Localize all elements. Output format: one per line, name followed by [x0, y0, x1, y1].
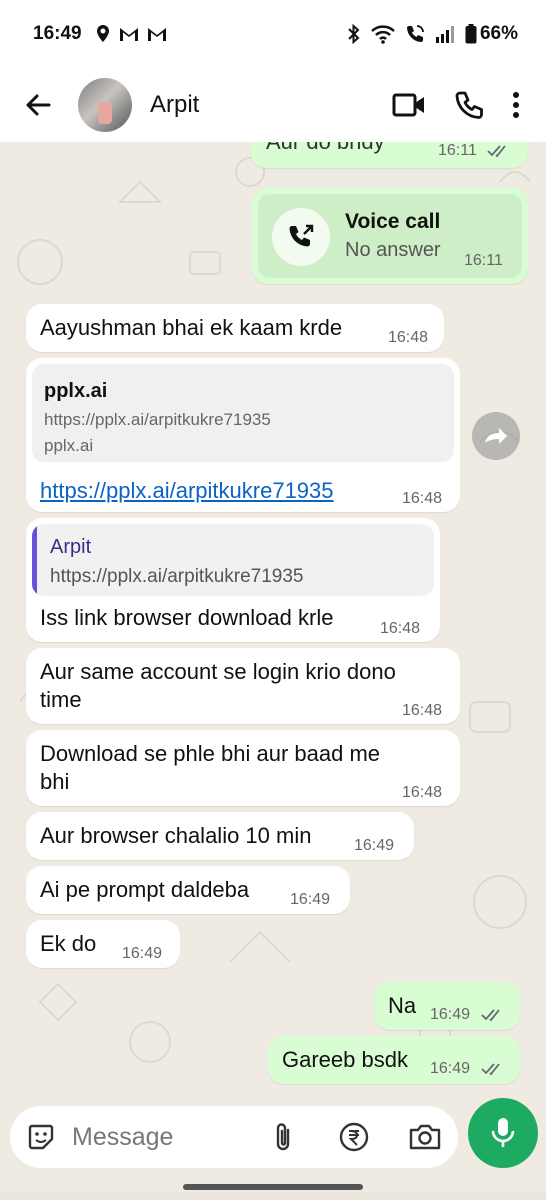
rupee-payment-icon[interactable] — [338, 1121, 370, 1153]
message-bubble-outgoing[interactable]: Aur do bhdy 16:11 — [250, 142, 528, 168]
signal-icon — [435, 26, 454, 43]
message-text: Iss link browser download krle — [40, 605, 334, 630]
call-card: Voice call No answer 16:11 — [258, 194, 522, 278]
contact-name[interactable]: Arpit — [150, 91, 199, 119]
message-time: 16:49 — [430, 1060, 505, 1078]
message-time: 16:49 — [354, 837, 395, 854]
status-bar: 16:49 66% — [0, 0, 546, 68]
message-text: Ek do — [40, 931, 97, 956]
link-preview-domain: pplx.ai — [44, 436, 94, 455]
link-preview-title: pplx.ai — [44, 380, 108, 402]
quote-author: Arpit — [50, 536, 92, 558]
message-time: 16:11 — [464, 252, 503, 269]
more-icon[interactable] — [512, 91, 520, 119]
message-text-line-1: Download se phle bhi aur baad me — [40, 741, 381, 766]
message-time: 16:49 — [430, 1006, 505, 1024]
message-input[interactable]: Message — [10, 1106, 458, 1168]
message-time: 16:48 — [402, 490, 443, 507]
reply-message-bubble[interactable]: Arpit https://pplx.ai/arpitkukre71935 Is… — [26, 518, 440, 642]
double-check-icon — [487, 145, 507, 158]
back-arrow-icon — [26, 94, 51, 116]
message-text: Ai pe prompt daldeba — [40, 877, 250, 902]
message-text: Aur do bhdy — [266, 142, 385, 156]
message-text: Aayushman bhai ek kaam krde — [40, 315, 343, 340]
time-label: 16:49 — [430, 1060, 471, 1077]
avatar[interactable] — [78, 78, 132, 132]
quote-bar — [32, 524, 37, 596]
mic-icon — [491, 1118, 515, 1147]
message-text-line-2: bhi — [40, 769, 70, 794]
location-icon — [96, 25, 109, 42]
message-bubble-incoming[interactable]: Download se phle bhi aur baad me bhi 16:… — [26, 730, 460, 806]
status-time: 16:49 — [33, 23, 82, 44]
message-text-line-2: time — [40, 687, 82, 712]
gmail-icon — [119, 28, 138, 41]
time-label: 16:11 — [438, 142, 477, 159]
battery-percent: 66% — [479, 23, 518, 44]
message-placeholder: Message — [72, 1123, 174, 1151]
chat-header: Arpit — [0, 68, 546, 142]
message-bubble-incoming[interactable]: Aur same account se login krio dono time… — [26, 648, 460, 724]
call-title: Voice call — [345, 210, 441, 233]
message-text: Na — [388, 993, 417, 1018]
message-text: Aur browser chalalio 10 min — [40, 823, 312, 848]
gesture-nav-handle[interactable] — [183, 1184, 363, 1190]
message-bubble-incoming[interactable]: Aur browser chalalio 10 min 16:49 — [26, 812, 414, 860]
message-text: Gareeb bsdk — [282, 1047, 408, 1072]
battery-icon — [465, 24, 477, 44]
missed-call-icon — [289, 224, 314, 247]
message-text-line-1: Aur same account se login krio dono — [40, 659, 396, 684]
message-link[interactable]: https://pplx.ai/arpitkukre71935 — [40, 478, 334, 504]
link-preview-url: https://pplx.ai/arpitkukre71935 — [44, 410, 271, 429]
double-check-icon — [480, 1063, 500, 1076]
message-time: 16:49 — [290, 891, 331, 908]
quote-text: https://pplx.ai/arpitkukre71935 — [50, 566, 304, 587]
message-time: 16:48 — [388, 329, 429, 346]
phone-icon[interactable] — [454, 90, 484, 120]
bluetooth-icon — [348, 24, 360, 44]
attach-icon[interactable] — [272, 1121, 294, 1153]
battery-indicator: 66% — [465, 23, 518, 45]
header-actions — [392, 90, 520, 120]
voice-record-button[interactable] — [468, 1098, 538, 1168]
message-bubble-incoming[interactable]: Ek do 16:49 — [26, 920, 180, 968]
call-icon-circle — [272, 208, 330, 266]
gmail-icon — [147, 28, 166, 41]
back-button[interactable] — [8, 75, 68, 135]
forward-button[interactable] — [472, 412, 520, 460]
double-check-icon — [480, 1009, 500, 1022]
emoji-sticker-icon[interactable] — [26, 1122, 56, 1152]
message-bubble-outgoing[interactable]: Gareeb bsdk 16:49 — [268, 1036, 520, 1084]
chat-area[interactable]: Aur do bhdy 16:11 Voice call No answer 1… — [0, 142, 546, 1092]
voice-call-bubble[interactable]: Voice call No answer 16:11 — [252, 188, 528, 284]
message-time: 16:11 — [438, 142, 511, 160]
message-time: 16:48 — [402, 702, 443, 719]
status-left-icons — [94, 24, 168, 44]
link-message-bubble[interactable]: pplx.ai https://pplx.ai/arpitkukre71935 … — [26, 358, 460, 512]
wifi-icon — [371, 25, 395, 44]
camera-icon[interactable] — [408, 1122, 442, 1152]
call-status: No answer — [345, 239, 441, 261]
time-label: 16:49 — [430, 1006, 471, 1023]
status-right-icons: 66% — [347, 23, 518, 45]
message-time: 16:48 — [402, 784, 443, 801]
quoted-message[interactable]: Arpit https://pplx.ai/arpitkukre71935 — [32, 524, 434, 596]
video-call-icon[interactable] — [392, 92, 426, 118]
message-bubble-incoming[interactable]: Aayushman bhai ek kaam krde 16:48 — [26, 304, 444, 352]
keyboard-strip — [0, 1192, 546, 1200]
message-time: 16:49 — [122, 945, 163, 962]
message-bubble-incoming[interactable]: Ai pe prompt daldeba 16:49 — [26, 866, 350, 914]
message-bubble-outgoing[interactable]: Na 16:49 — [374, 982, 520, 1030]
wifi-call-icon — [406, 25, 424, 42]
message-time: 16:48 — [380, 620, 421, 637]
forward-icon — [485, 428, 507, 444]
link-preview-card[interactable]: pplx.ai https://pplx.ai/arpitkukre71935 … — [32, 364, 454, 462]
